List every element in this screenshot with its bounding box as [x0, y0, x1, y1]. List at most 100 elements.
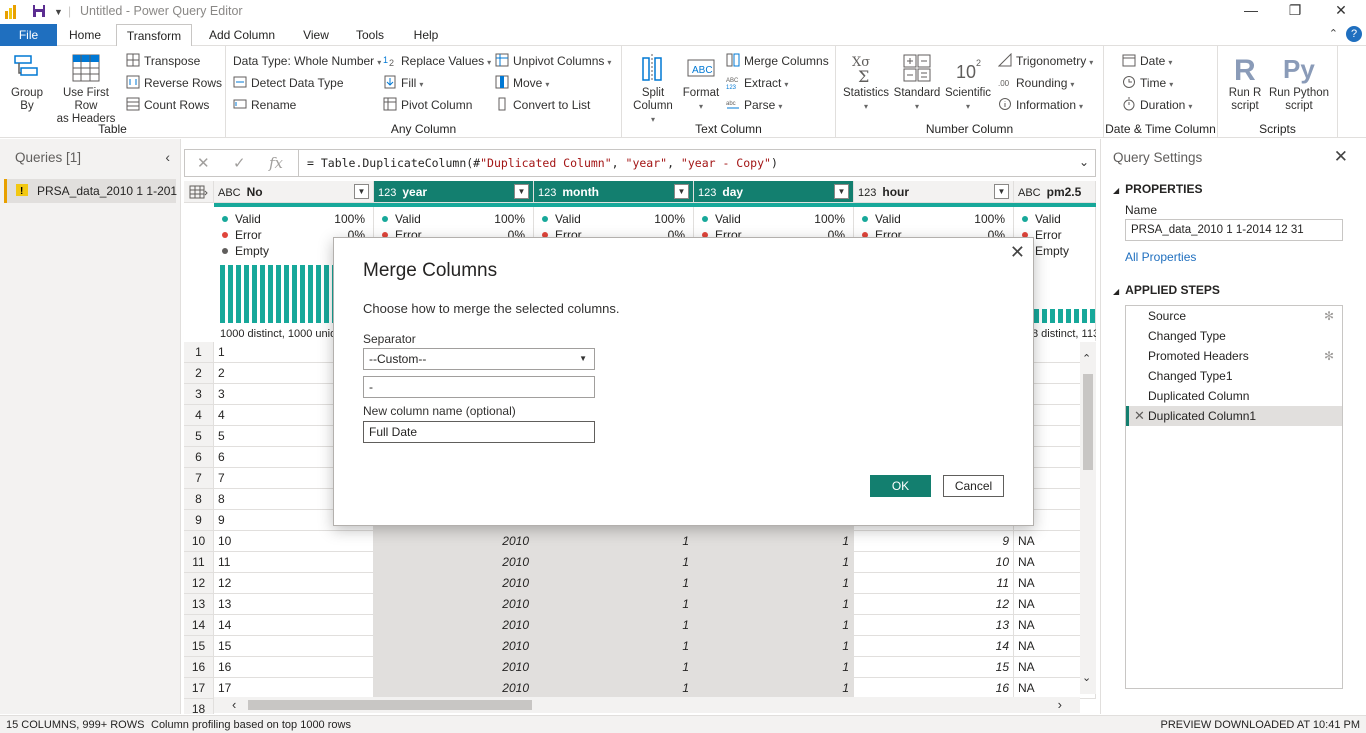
row-number[interactable]: 9 — [184, 510, 214, 531]
all-properties-link[interactable]: All Properties — [1125, 250, 1196, 264]
trigonometry-button[interactable]: Trigonometry ▾ — [998, 52, 1093, 70]
query-name-input[interactable]: PRSA_data_2010 1 1-2014 12 31 — [1125, 219, 1343, 241]
unpivot-columns-button[interactable]: Unpivot Columns ▾ — [495, 52, 611, 70]
move-button[interactable]: Move ▾ — [495, 74, 549, 92]
table-cell[interactable]: 12 — [214, 573, 374, 594]
separator-select[interactable]: --Custom-- ▼ — [363, 348, 595, 370]
filter-dropdown-icon[interactable]: ▼ — [514, 184, 529, 199]
applied-step[interactable]: Source ✻ — [1126, 306, 1342, 326]
horizontal-scrollbar[interactable]: ‹ › — [214, 697, 1080, 713]
row-number[interactable]: 4 — [184, 405, 214, 426]
query-item[interactable]: ! PRSA_data_2010 1 1-201... — [4, 179, 177, 203]
status-profiling[interactable]: Column profiling based on top 1000 rows — [151, 716, 351, 733]
table-cell[interactable]: 1 — [534, 594, 694, 615]
vertical-scrollbar[interactable]: ⌃ ⌄ — [1080, 342, 1096, 694]
rounding-button[interactable]: .00 Rounding ▾ — [998, 74, 1074, 92]
duration-button[interactable]: Duration ▾ — [1122, 96, 1192, 114]
table-cell[interactable]: 1 — [694, 573, 854, 594]
cancel-button[interactable]: Cancel — [943, 475, 1004, 497]
expand-formula-icon[interactable]: ⌄ — [1079, 155, 1089, 169]
table-cell[interactable]: 9 — [854, 531, 1014, 552]
filter-dropdown-icon[interactable]: ▼ — [834, 184, 849, 199]
table-cell[interactable]: 1 — [534, 552, 694, 573]
row-number[interactable]: 5 — [184, 426, 214, 447]
scroll-left-icon[interactable]: ‹ — [232, 697, 236, 712]
reverse-rows-button[interactable]: Reverse Rows — [126, 74, 222, 92]
standard-button[interactable]: Standard ▾ — [892, 52, 942, 113]
applied-step[interactable]: Duplicated Column — [1126, 386, 1342, 406]
table-cell[interactable]: 2010 — [374, 636, 534, 657]
table-cell[interactable]: 14 — [854, 636, 1014, 657]
applied-step[interactable]: Changed Type — [1126, 326, 1342, 346]
scroll-thumb[interactable] — [248, 700, 532, 710]
scroll-down-icon[interactable]: ⌄ — [1082, 671, 1091, 684]
row-number[interactable]: 17 — [184, 678, 214, 699]
column-header-1[interactable]: 123 year ▼ — [374, 181, 534, 203]
table-cell[interactable]: 14 — [214, 615, 374, 636]
row-number[interactable]: 8 — [184, 489, 214, 510]
table-cell[interactable]: 2010 — [374, 573, 534, 594]
column-header-3[interactable]: 123 day ▼ — [694, 181, 854, 203]
table-cell[interactable]: 2010 — [374, 615, 534, 636]
row-number[interactable]: 6 — [184, 447, 214, 468]
table-cell[interactable]: 11 — [854, 573, 1014, 594]
properties-section[interactable]: ◢ PROPERTIES — [1113, 182, 1203, 196]
table-cell[interactable]: 1 — [534, 531, 694, 552]
ok-button[interactable]: OK — [870, 475, 931, 497]
date-button[interactable]: Date ▾ — [1122, 52, 1172, 70]
type-icon[interactable]: 123 — [858, 182, 876, 204]
new-column-name-input[interactable]: Full Date — [363, 421, 595, 443]
count-rows-button[interactable]: Count Rows — [126, 96, 209, 114]
filter-dropdown-icon[interactable]: ▼ — [674, 184, 689, 199]
row-number[interactable]: 13 — [184, 594, 214, 615]
applied-step[interactable]: ✕ Duplicated Column1 — [1126, 406, 1342, 426]
group-by-button[interactable]: Group By — [6, 52, 48, 113]
table-menu-button[interactable] — [184, 181, 214, 203]
table-cell[interactable]: 1 — [534, 573, 694, 594]
column-header-0[interactable]: ABC No ▼ — [214, 181, 374, 203]
close-button[interactable]: ✕ — [1318, 2, 1364, 22]
save-icon[interactable] — [32, 4, 46, 21]
pivot-column-button[interactable]: Pivot Column — [383, 96, 472, 114]
type-icon[interactable]: ABC — [1018, 182, 1041, 204]
help-icon[interactable]: ? — [1346, 26, 1362, 42]
extract-button[interactable]: ABC 123 Extract ▾ — [726, 74, 788, 92]
quick-access-dropdown-icon[interactable]: ▼ — [54, 7, 63, 17]
scientific-button[interactable]: 10 2 Scientific ▾ — [942, 52, 994, 113]
applied-step[interactable]: Promoted Headers ✻ — [1126, 346, 1342, 366]
transpose-button[interactable]: Transpose — [126, 52, 200, 70]
table-cell[interactable]: 2010 — [374, 657, 534, 678]
table-cell[interactable]: 17 — [214, 678, 374, 699]
table-cell[interactable]: 13 — [854, 615, 1014, 636]
step-settings-gear-icon[interactable]: ✻ — [1324, 306, 1334, 326]
row-number[interactable]: 10 — [184, 531, 214, 552]
table-cell[interactable]: 16 — [214, 657, 374, 678]
row-number[interactable]: 16 — [184, 657, 214, 678]
delete-step-icon[interactable]: ✕ — [1134, 406, 1145, 426]
type-icon[interactable]: 123 — [538, 182, 556, 204]
tab-help[interactable]: Help — [400, 24, 452, 46]
table-cell[interactable]: 2010 — [374, 552, 534, 573]
tab-view[interactable]: View — [290, 24, 342, 46]
step-settings-gear-icon[interactable]: ✻ — [1324, 346, 1334, 366]
merge-columns-button[interactable]: Merge Columns — [726, 52, 829, 70]
convert-to-list-button[interactable]: Convert to List — [495, 96, 590, 114]
commit-formula-icon[interactable]: ✓ — [233, 154, 246, 172]
table-cell[interactable]: 1 — [534, 678, 694, 699]
table-cell[interactable]: 13 — [214, 594, 374, 615]
restore-button[interactable]: ❐ — [1272, 2, 1318, 22]
table-cell[interactable]: 1 — [694, 552, 854, 573]
fill-button[interactable]: Fill ▾ — [383, 74, 423, 92]
row-number[interactable]: 15 — [184, 636, 214, 657]
filter-dropdown-icon[interactable]: ▼ — [354, 184, 369, 199]
tab-transform[interactable]: Transform — [116, 24, 192, 47]
collapse-ribbon-icon[interactable]: ⌃ — [1329, 27, 1338, 40]
table-cell[interactable]: 15 — [214, 636, 374, 657]
applied-step[interactable]: Changed Type1 — [1126, 366, 1342, 386]
column-header-4[interactable]: 123 hour ▼ — [854, 181, 1014, 203]
dialog-close-icon[interactable]: ✕ — [1010, 242, 1025, 263]
scroll-up-icon[interactable]: ⌃ — [1082, 352, 1091, 365]
table-cell[interactable]: 11 — [214, 552, 374, 573]
type-icon[interactable]: ABC — [218, 182, 241, 204]
column-header-2[interactable]: 123 month ▼ — [534, 181, 694, 203]
